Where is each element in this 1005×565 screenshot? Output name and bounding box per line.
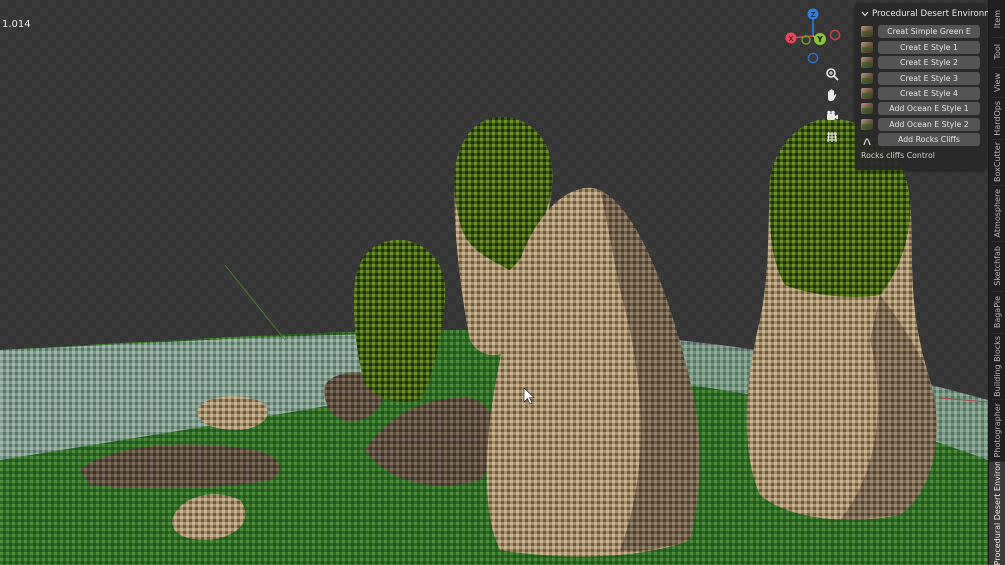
tab-label: BoxCutter [993,141,1002,182]
thumbnail-icon [861,87,873,99]
creat-style-3-button[interactable]: Creat E Style 3 [878,71,980,85]
thumbnail-icon [861,26,873,38]
z-axis-label: Z [811,11,816,19]
neg-x-axis-handle[interactable] [829,29,841,41]
chevron-down-icon[interactable] [861,11,869,17]
panel-header[interactable]: Procedural Desert Environment [855,5,988,23]
tab-item[interactable]: Item [989,2,1005,36]
curve-icon [861,134,873,146]
tab-procedural-desert-environment[interactable]: Procedural Desert Environment [989,462,1005,565]
addon-panel: Procedural Desert Environment Creat Simp… [855,3,988,170]
tab-boxcutter[interactable]: BoxCutter [989,140,1005,184]
operator-row: Creat E Style 4 [861,86,980,100]
thumbnail-icon [861,118,873,130]
tab-label: Tool [993,44,1002,60]
tab-label: Photographer [993,402,1002,458]
add-rocks-cliffs-button[interactable]: Add Rocks Cliffs [878,133,980,147]
hand-pan-icon[interactable] [822,85,842,105]
3d-viewport[interactable]: 1.014 Z Y X Procedural Desert Environmen… [0,0,988,565]
tab-atmosphere[interactable]: Atmosphere [989,186,1005,240]
viewport-readout: 1.014 [2,19,31,30]
tab-label: Procedural Desert Environment [993,462,1002,565]
operator-row: Add Ocean E Style 1 [861,102,980,116]
operator-row: Creat Simple Green E [861,25,980,39]
add-ocean-style-1-button[interactable]: Add Ocean E Style 1 [878,102,980,116]
zoom-icon[interactable] [822,64,842,84]
tab-label: View [993,72,1002,92]
y-axis-label: Y [816,35,823,44]
tab-sketchfab[interactable]: Sketchfab [989,242,1005,290]
creat-style-1-button[interactable]: Creat E Style 1 [878,40,980,54]
operator-row: Add Ocean E Style 2 [861,117,980,131]
tab-tool[interactable]: Tool [989,38,1005,66]
grid-icon[interactable] [822,127,842,147]
operator-row: Creat E Style 3 [861,71,980,85]
camera-icon[interactable] [822,106,842,126]
tab-hardops[interactable]: HardOps [989,98,1005,138]
thumbnail-icon [861,103,873,115]
add-ocean-style-2-button[interactable]: Add Ocean E Style 2 [878,117,980,131]
rocks-cliffs-control-label: Rocks cliffs Control [861,151,935,161]
operator-row: Creat E Style 2 [861,56,980,70]
tab-label: HardOps [993,100,1002,136]
tab-bagapie[interactable]: BagaPie [989,292,1005,332]
thumbnail-icon [861,57,873,69]
tab-label: Sketchfab [993,246,1002,286]
tab-label: BagaPie [993,295,1002,329]
creat-style-2-button[interactable]: Creat E Style 2 [878,56,980,70]
operator-row: Add Rocks Cliffs [861,133,980,147]
thumbnail-icon [861,72,873,84]
tab-label: Atmosphere [993,188,1002,238]
rendered-scene [0,116,988,565]
x-axis-label: X [789,35,794,43]
operator-row: Creat E Style 1 [861,40,980,54]
tab-label: Item [993,9,1002,29]
tab-view[interactable]: View [989,68,1005,96]
navigation-gizmo[interactable]: Z Y X [782,6,844,66]
panel-title: Procedural Desert Environment [872,9,988,19]
creat-simple-green-button[interactable]: Creat Simple Green E [878,25,980,39]
tab-building-blocks[interactable]: Building Blocks [989,334,1005,398]
sidebar-tabs: Item Tool View HardOps BoxCutter Atmosph… [988,0,1005,565]
tab-photographer[interactable]: Photographer [989,400,1005,460]
neg-z-axis-handle[interactable] [807,52,819,64]
thumbnail-icon [861,41,873,53]
tab-label: Building Blocks [993,335,1002,397]
creat-style-4-button[interactable]: Creat E Style 4 [878,86,980,100]
